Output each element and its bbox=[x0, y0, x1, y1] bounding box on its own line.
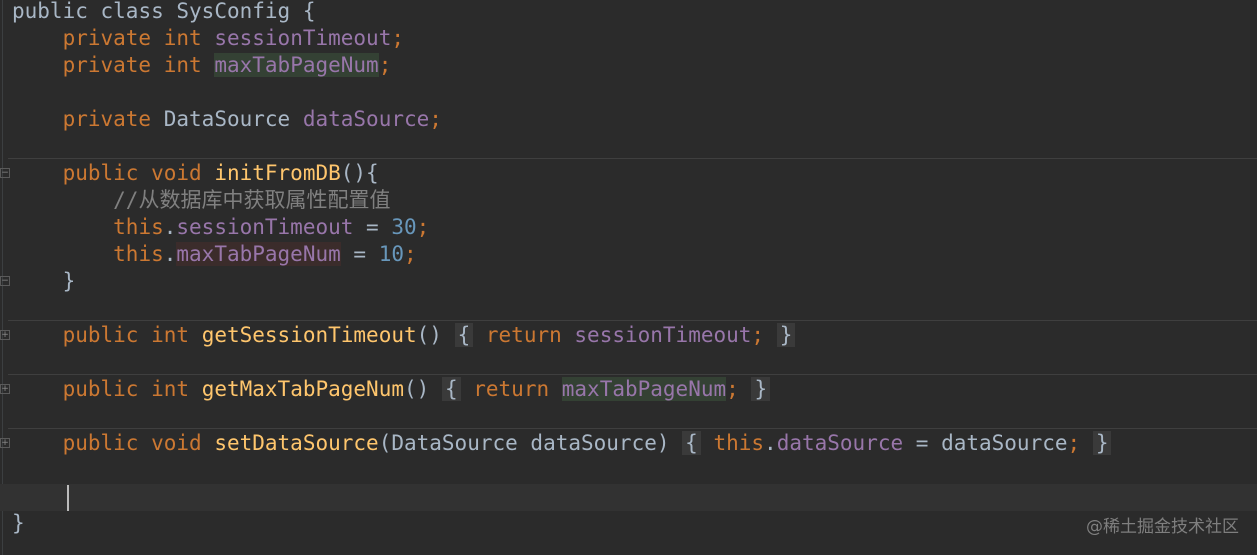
code-line-class-declaration[interactable]: public class SysConfig { bbox=[12, 0, 316, 25]
keyword-token: void bbox=[151, 431, 202, 455]
keyword-token: public bbox=[62, 431, 139, 455]
keyword-token: private bbox=[62, 53, 152, 77]
method-separator bbox=[8, 320, 1257, 321]
params-token: (DataSource dataSource) bbox=[378, 431, 670, 455]
keyword-token: private bbox=[62, 107, 152, 131]
dot-token: . bbox=[163, 242, 177, 266]
method-name-token: getMaxTabPageNum bbox=[201, 377, 404, 401]
keyword-token: int bbox=[151, 377, 190, 401]
folded-brace-token[interactable]: } bbox=[776, 323, 796, 347]
code-line-get-session-timeout[interactable]: public int getSessionTimeout() { return … bbox=[12, 322, 796, 349]
dot-token: . bbox=[764, 431, 777, 455]
semicolon-token: ; bbox=[416, 215, 430, 239]
semicolon-token: ; bbox=[378, 53, 392, 77]
paren-token: (){ bbox=[340, 161, 379, 185]
semicolon-token: ; bbox=[404, 242, 417, 266]
semicolon-token: ; bbox=[726, 377, 739, 401]
keyword-token: return bbox=[485, 323, 562, 347]
brace-token: { bbox=[302, 0, 316, 23]
keyword-token: public bbox=[12, 0, 88, 23]
keyword-token: public bbox=[62, 323, 139, 347]
field-token: dataSource bbox=[302, 107, 430, 131]
fold-expand-icon[interactable]: + bbox=[0, 384, 10, 394]
operator-token: = bbox=[340, 242, 379, 266]
code-line-comment[interactable]: //从数据库中获取属性配置值 bbox=[12, 187, 390, 214]
semicolon-token: ; bbox=[391, 26, 405, 50]
fold-collapse-icon[interactable]: − bbox=[0, 168, 10, 178]
current-line-highlight bbox=[0, 484, 1257, 511]
method-separator bbox=[8, 374, 1257, 375]
keyword-token: int bbox=[163, 26, 202, 50]
paren-token: () bbox=[416, 323, 442, 347]
code-line-assign-session[interactable]: this.sessionTimeout = 30; bbox=[12, 214, 429, 241]
field-token: maxTabPageNum bbox=[214, 53, 379, 77]
field-token: sessionTimeout bbox=[574, 323, 752, 347]
method-separator bbox=[8, 428, 1257, 429]
field-token: maxTabPageNum bbox=[561, 377, 727, 401]
code-line-field-session-timeout[interactable]: private int sessionTimeout; bbox=[12, 25, 404, 52]
number-token: 10 bbox=[378, 242, 404, 266]
folded-brace-token[interactable]: { bbox=[441, 377, 461, 401]
field-token: sessionTimeout bbox=[214, 26, 392, 50]
keyword-token: this bbox=[113, 215, 164, 239]
assignment-token: = dataSource bbox=[903, 431, 1068, 455]
semicolon-token: ; bbox=[751, 323, 765, 347]
keyword-token: return bbox=[473, 377, 550, 401]
code-line-get-max-tab[interactable]: public int getMaxTabPageNum() { return m… bbox=[12, 376, 771, 403]
semicolon-token: ; bbox=[429, 107, 442, 131]
keyword-token: private bbox=[62, 26, 152, 50]
keyword-token: void bbox=[151, 161, 202, 185]
method-name-token: getSessionTimeout bbox=[201, 323, 417, 347]
operator-token: = bbox=[353, 215, 392, 239]
folded-brace-token[interactable]: } bbox=[751, 377, 771, 401]
folded-brace-token[interactable]: } bbox=[1092, 431, 1112, 455]
code-line-set-datasource[interactable]: public void setDataSource(DataSource dat… bbox=[12, 430, 1112, 457]
method-name-token: setDataSource bbox=[214, 431, 379, 455]
method-separator bbox=[8, 158, 1257, 159]
code-line-field-max-tab[interactable]: private int maxTabPageNum; bbox=[12, 52, 391, 79]
folded-brace-token[interactable]: { bbox=[682, 431, 701, 455]
brace-token: } bbox=[12, 511, 25, 535]
fold-expand-icon[interactable]: + bbox=[0, 330, 10, 340]
keyword-token: this bbox=[713, 431, 765, 455]
code-line-assign-maxtab[interactable]: this.maxTabPageNum = 10; bbox=[12, 241, 417, 268]
fold-expand-icon[interactable]: + bbox=[0, 438, 10, 448]
brace-token: } bbox=[62, 269, 76, 293]
code-line-close-method[interactable]: } bbox=[12, 268, 76, 295]
class-name-token: SysConfig bbox=[176, 0, 291, 23]
fold-end-icon[interactable]: − bbox=[0, 276, 10, 286]
field-token: sessionTimeout bbox=[176, 215, 354, 239]
watermark-text: @稀土掘金技术社区 bbox=[1086, 517, 1239, 537]
field-token: maxTabPageNum bbox=[176, 242, 341, 266]
keyword-token: int bbox=[163, 53, 202, 77]
keyword-token: public bbox=[62, 377, 139, 401]
semicolon-token: ; bbox=[1067, 431, 1081, 455]
code-line-class-close[interactable]: } bbox=[12, 510, 25, 537]
text-caret bbox=[67, 485, 69, 511]
comment-token: //从数据库中获取属性配置值 bbox=[113, 188, 391, 212]
code-line-init-method[interactable]: public void initFromDB(){ bbox=[12, 160, 379, 187]
keyword-token: this bbox=[113, 242, 164, 266]
field-token: dataSource bbox=[776, 431, 904, 455]
keyword-token: class bbox=[100, 0, 164, 23]
number-token: 30 bbox=[391, 215, 417, 239]
folded-brace-token[interactable]: { bbox=[454, 323, 474, 347]
type-token: DataSource bbox=[163, 107, 291, 131]
code-line-field-datasource[interactable]: private DataSource dataSource; bbox=[12, 106, 442, 133]
paren-token: () bbox=[403, 377, 430, 401]
keyword-token: int bbox=[151, 323, 190, 347]
dot-token: . bbox=[163, 215, 177, 239]
keyword-token: public bbox=[62, 161, 139, 185]
method-name-token: initFromDB bbox=[214, 161, 341, 185]
code-editor[interactable]: − − + + + public class SysConfig { priva… bbox=[0, 0, 1257, 555]
